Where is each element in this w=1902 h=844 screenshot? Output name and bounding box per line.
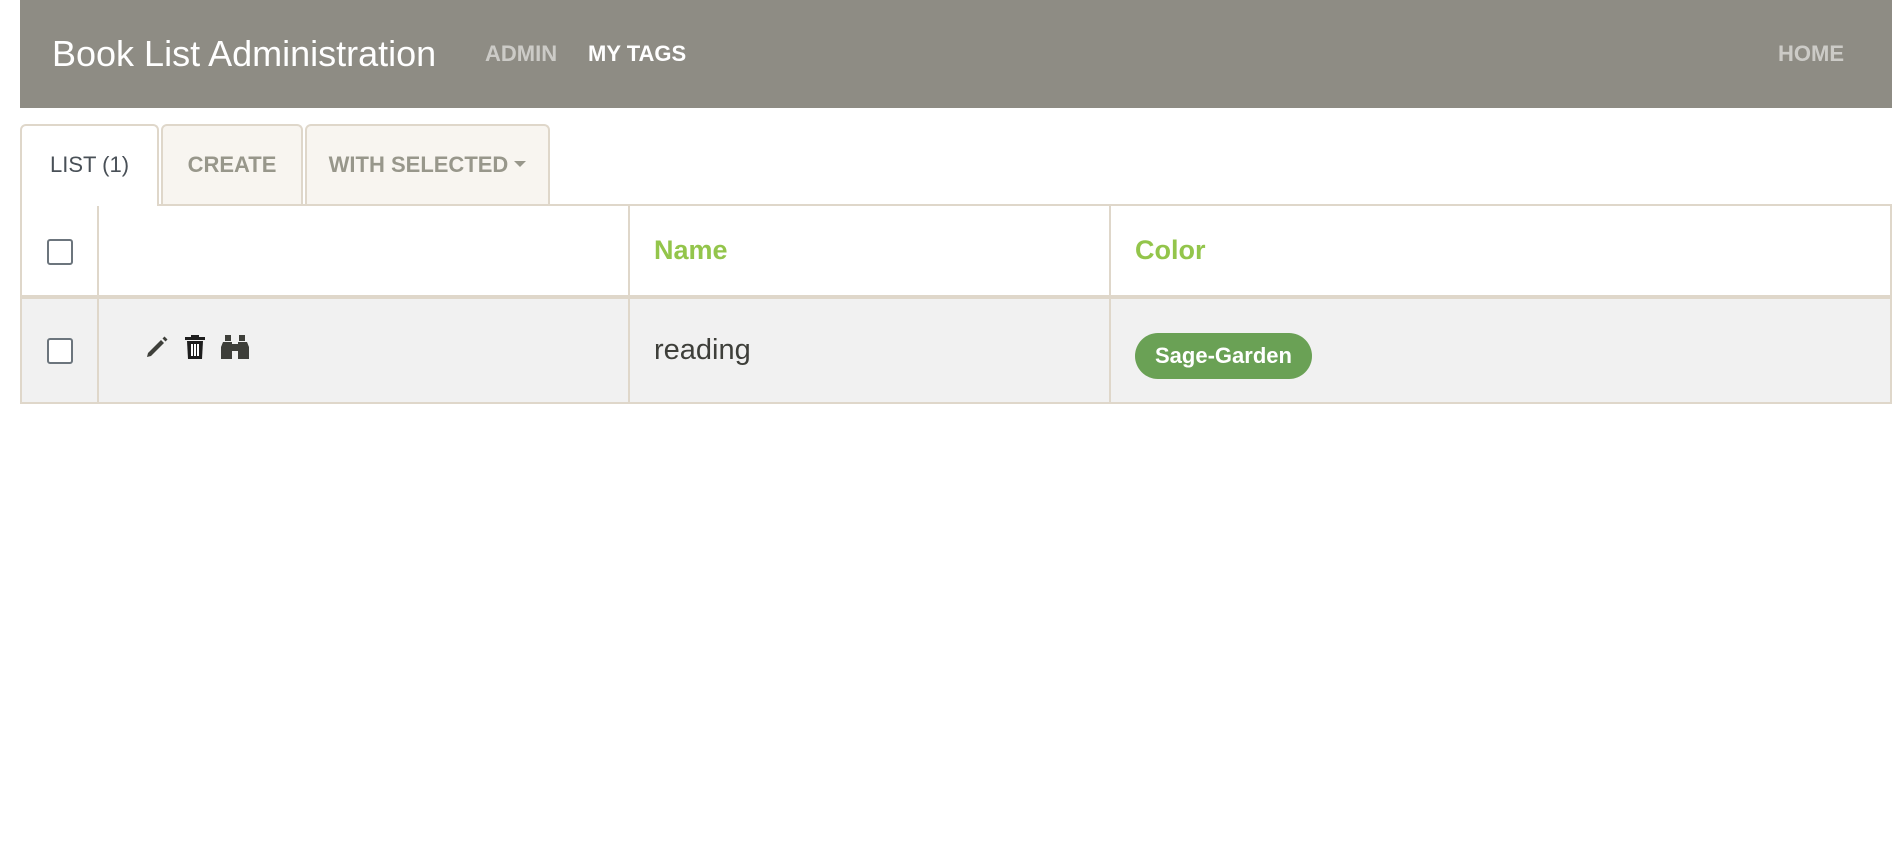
actions-header (97, 204, 630, 299)
tag-list-table-wrapper: Name Color reading Sage-Garden (20, 204, 1892, 404)
color-column-header[interactable]: Color (1109, 204, 1892, 299)
color-badge: Sage-Garden (1135, 332, 1312, 379)
row-actions-cell (97, 296, 630, 404)
tab-with-selected[interactable]: WITH SELECTED (305, 124, 550, 204)
navbar: Book List Administration ADMIN MY TAGS H… (20, 0, 1892, 108)
caret-down-icon (514, 161, 527, 168)
row-select-checkbox[interactable] (46, 338, 73, 365)
name-column-header[interactable]: Name (628, 204, 1111, 299)
tab-list-label: LIST (1) (49, 152, 130, 177)
tab-create[interactable]: CREATE (161, 124, 303, 204)
table-row: reading Sage-Garden (20, 296, 1892, 404)
tab-create-label: CREATE (187, 152, 277, 177)
tab-with-selected-label: WITH SELECTED (328, 152, 509, 177)
trash-icon[interactable] (183, 333, 207, 369)
tag-color-cell: Sage-Garden (1109, 296, 1892, 404)
binoculars-icon[interactable] (219, 333, 251, 369)
tag-name-cell: reading (628, 296, 1111, 404)
nav-link-my-tags[interactable]: MY TAGS (588, 0, 686, 108)
brand-title[interactable]: Book List Administration (52, 0, 436, 108)
select-all-header (20, 204, 99, 299)
nav-link-home[interactable]: HOME (1778, 0, 1844, 108)
nav-link-admin[interactable]: ADMIN (485, 0, 557, 108)
pencil-icon[interactable] (143, 333, 171, 369)
table-header-row: Name Color (20, 204, 1892, 299)
tag-list-table: Name Color reading Sage-Garden (20, 204, 1892, 404)
tab-list[interactable]: LIST (1) (20, 124, 159, 206)
select-all-checkbox[interactable] (46, 238, 73, 265)
row-select-cell (20, 296, 99, 404)
